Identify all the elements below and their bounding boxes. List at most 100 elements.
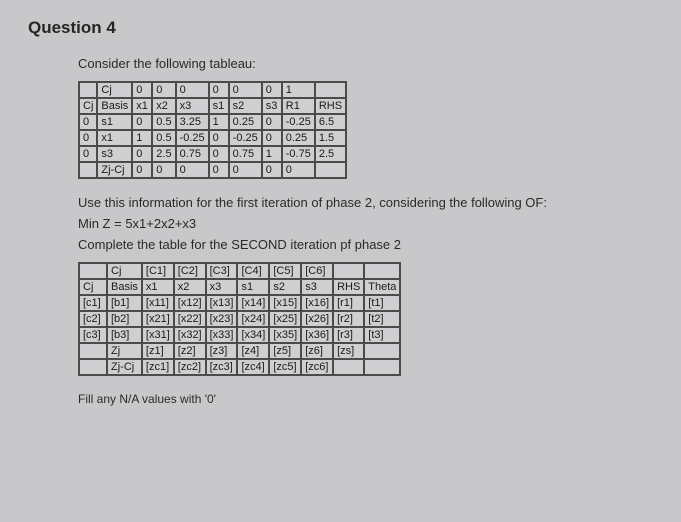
cell: Cj [79,279,107,295]
cell: -0.25 [229,130,262,146]
cell: 0 [132,162,152,178]
cell: 0 [132,82,152,98]
cell: s3 [262,98,282,114]
cell: [t1] [364,295,400,311]
cell: [z4] [237,343,269,359]
table-row: Cj Basis x1 x2 x3 s1 s2 s3 R1 RHS [79,98,346,114]
instruction-1: Use this information for the first itera… [78,195,653,210]
cell: [t2] [364,311,400,327]
cell: 0 [262,130,282,146]
cell: s1 [97,114,132,130]
table-row: [c1] [b1] [x11] [x12] [x13] [x14] [x15] … [79,295,400,311]
table-row: Zj-Cj 0 0 0 0 0 0 0 [79,162,346,178]
cell: 0 [209,130,229,146]
cell [79,162,97,178]
table-row: Cj Basis x1 x2 x3 s1 s2 s3 RHS Theta [79,279,400,295]
cell: x3 [206,279,238,295]
cell [333,359,364,375]
cell: x1 [142,279,174,295]
cell: s3 [301,279,333,295]
cell: s1 [237,279,269,295]
cell: [x31] [142,327,174,343]
cell: 0 [229,82,262,98]
table-row: Cj [C1] [C2] [C3] [C4] [C5] [C6] [79,263,400,279]
cell: Cj [97,82,132,98]
cell: 0 [79,114,97,130]
cell [79,263,107,279]
cell: RHS [333,279,364,295]
table-row: 0 x1 1 0.5 -0.25 0 -0.25 0 0.25 1.5 [79,130,346,146]
cell: 0.75 [176,146,209,162]
cell: [b3] [107,327,142,343]
cell: [r3] [333,327,364,343]
cell [364,263,400,279]
cell: x1 [97,130,132,146]
cell: [x11] [142,295,174,311]
cell: -0.25 [282,114,315,130]
cell: [z2] [174,343,206,359]
cell: -0.25 [176,130,209,146]
tableau-1: Cj 0 0 0 0 0 0 1 Cj Basis x1 x2 x3 s1 s2… [78,81,347,179]
cell: [x33] [206,327,238,343]
cell: x2 [152,98,175,114]
table-row: Zj-Cj [zc1] [zc2] [zc3] [zc4] [zc5] [zc6… [79,359,400,375]
cell: 0 [229,162,262,178]
cell [79,343,107,359]
cell: s1 [209,98,229,114]
cell: [zc2] [174,359,206,375]
cell: [x22] [174,311,206,327]
cell: Theta [364,279,400,295]
tableau-2: Cj [C1] [C2] [C3] [C4] [C5] [C6] Cj Basi… [78,262,401,376]
cell: [t3] [364,327,400,343]
table-row: 0 s1 0 0.5 3.25 1 0.25 0 -0.25 6.5 [79,114,346,130]
cell [79,82,97,98]
cell: 0 [262,114,282,130]
cell [333,263,364,279]
cell: s2 [269,279,301,295]
cell: 0 [209,82,229,98]
cell: Cj [107,263,142,279]
cell: Basis [97,98,132,114]
cell: [z6] [301,343,333,359]
cell: [zc5] [269,359,301,375]
cell: [x32] [174,327,206,343]
cell: [x26] [301,311,333,327]
cell: [z3] [206,343,238,359]
cell: 0.75 [229,146,262,162]
cell: Zj [107,343,142,359]
cell: 0.5 [152,114,175,130]
cell: 0 [152,82,175,98]
cell: s2 [229,98,262,114]
cell: [b1] [107,295,142,311]
cell: [zc6] [301,359,333,375]
objective-function: Min Z = 5x1+2x2+x3 [78,216,653,231]
cell: [zc1] [142,359,174,375]
cell [364,359,400,375]
cell: [x25] [269,311,301,327]
cell: 0 [132,114,152,130]
cell: [x23] [206,311,238,327]
cell: [b2] [107,311,142,327]
fill-note: Fill any N/A values with '0' [78,392,653,406]
cell: 1 [132,130,152,146]
cell: RHS [315,98,346,114]
table-row: [c3] [b3] [x31] [x32] [x33] [x34] [x35] … [79,327,400,343]
question-number: Question 4 [28,18,653,38]
cell: [zc3] [206,359,238,375]
cell: [z5] [269,343,301,359]
cell: 0 [282,162,315,178]
cell: 0 [79,130,97,146]
cell: 0 [209,162,229,178]
table-row: Cj 0 0 0 0 0 0 1 [79,82,346,98]
cell: [c3] [79,327,107,343]
cell: x1 [132,98,152,114]
cell: [zc4] [237,359,269,375]
cell: [C1] [142,263,174,279]
cell [315,82,346,98]
cell: [z1] [142,343,174,359]
cell: [x15] [269,295,301,311]
cell: Zj-Cj [97,162,132,178]
cell: x3 [176,98,209,114]
cell: [x21] [142,311,174,327]
cell: [zs] [333,343,364,359]
